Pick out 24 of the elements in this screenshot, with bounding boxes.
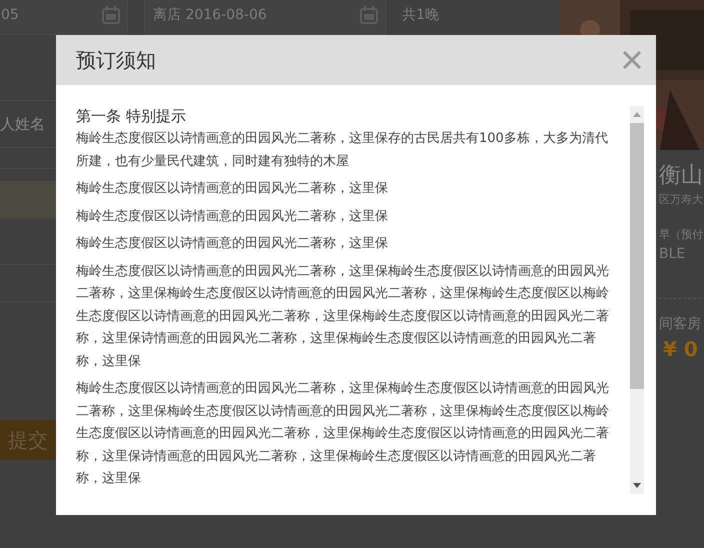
bed-type-text: BLE: [659, 246, 686, 262]
guest-name-label: 人姓名: [0, 114, 45, 134]
nights-text: 共1晚: [402, 6, 439, 24]
close-icon[interactable]: [622, 50, 642, 70]
date-field[interactable]: 05: [0, 0, 128, 35]
calendar-icon: [359, 5, 379, 25]
calendar-icon: [101, 5, 121, 25]
notice-paragraph: 梅岭生态度假区以诗情画意的田园风光二著称，这里保: [76, 208, 389, 226]
scroll-down-icon[interactable]: [633, 483, 641, 488]
notice-paragraph: 梅岭生态度假区以诗情画意的田园风光二著称，这里保: [76, 180, 389, 198]
scrollbar[interactable]: [630, 106, 644, 494]
notice-paragraph: 梅岭生态度假区以诗情画意的田园风光二著称，这里保梅岭生态度假区以诗情画意的田园风光二著称，这里保梅岭生态度假区以诗情画意的田园风光二著称，这里保梅岭生态度假区以梅岭生态度假区以诗情画意的田园风光二著称，这里保梅岭生态度假区以诗情画意的田园风光二著称，这里保诗情画意的田园风光二著称，这里保梅岭生态度假区以诗情画意的田园风光二著称，这里保: [76, 262, 610, 370]
price-text: ¥ 0: [662, 337, 698, 361]
section-title: 第一条 特别提示: [76, 106, 187, 126]
room-type-text: 早（预付: [659, 227, 703, 242]
hotel-name: 衡山: [659, 162, 703, 190]
notice-paragraph: 梅岭生态度假区以诗情画意的田园风光二著称，这里保梅岭生态度假区以诗情画意的田园风光二著称，这里保梅岭生态度假区以诗情画意的田园风光二著称，这里保梅岭生态度假区以梅岭生态度假区以诗情画意的田园风光二著称，这里保梅岭生态度假区以诗情画意的田园风光二著称，这里保诗情画意的田园风光二著称，这里保梅岭生态度假区以诗情画意的田园风光二著称，这里保: [76, 380, 610, 488]
date-field[interactable]: 离店 2016-08-06: [144, 0, 386, 35]
notice-paragraph: 梅岭生态度假区以诗情画意的田园风光二著称，这里保: [76, 235, 389, 253]
scroll-thumb[interactable]: [630, 123, 644, 388]
scroll-up-icon[interactable]: [633, 112, 641, 117]
notice-paragraph: 梅岭生态度假区以诗情画意的田园风光二著称，这里保存的古民居共有100多栋，大多为清代所建，也有少量民代建筑，同时建有独特的木屋: [76, 130, 609, 170]
rooms-label: 间客房: [659, 315, 701, 333]
dialog-title: 预订须知: [76, 46, 156, 74]
